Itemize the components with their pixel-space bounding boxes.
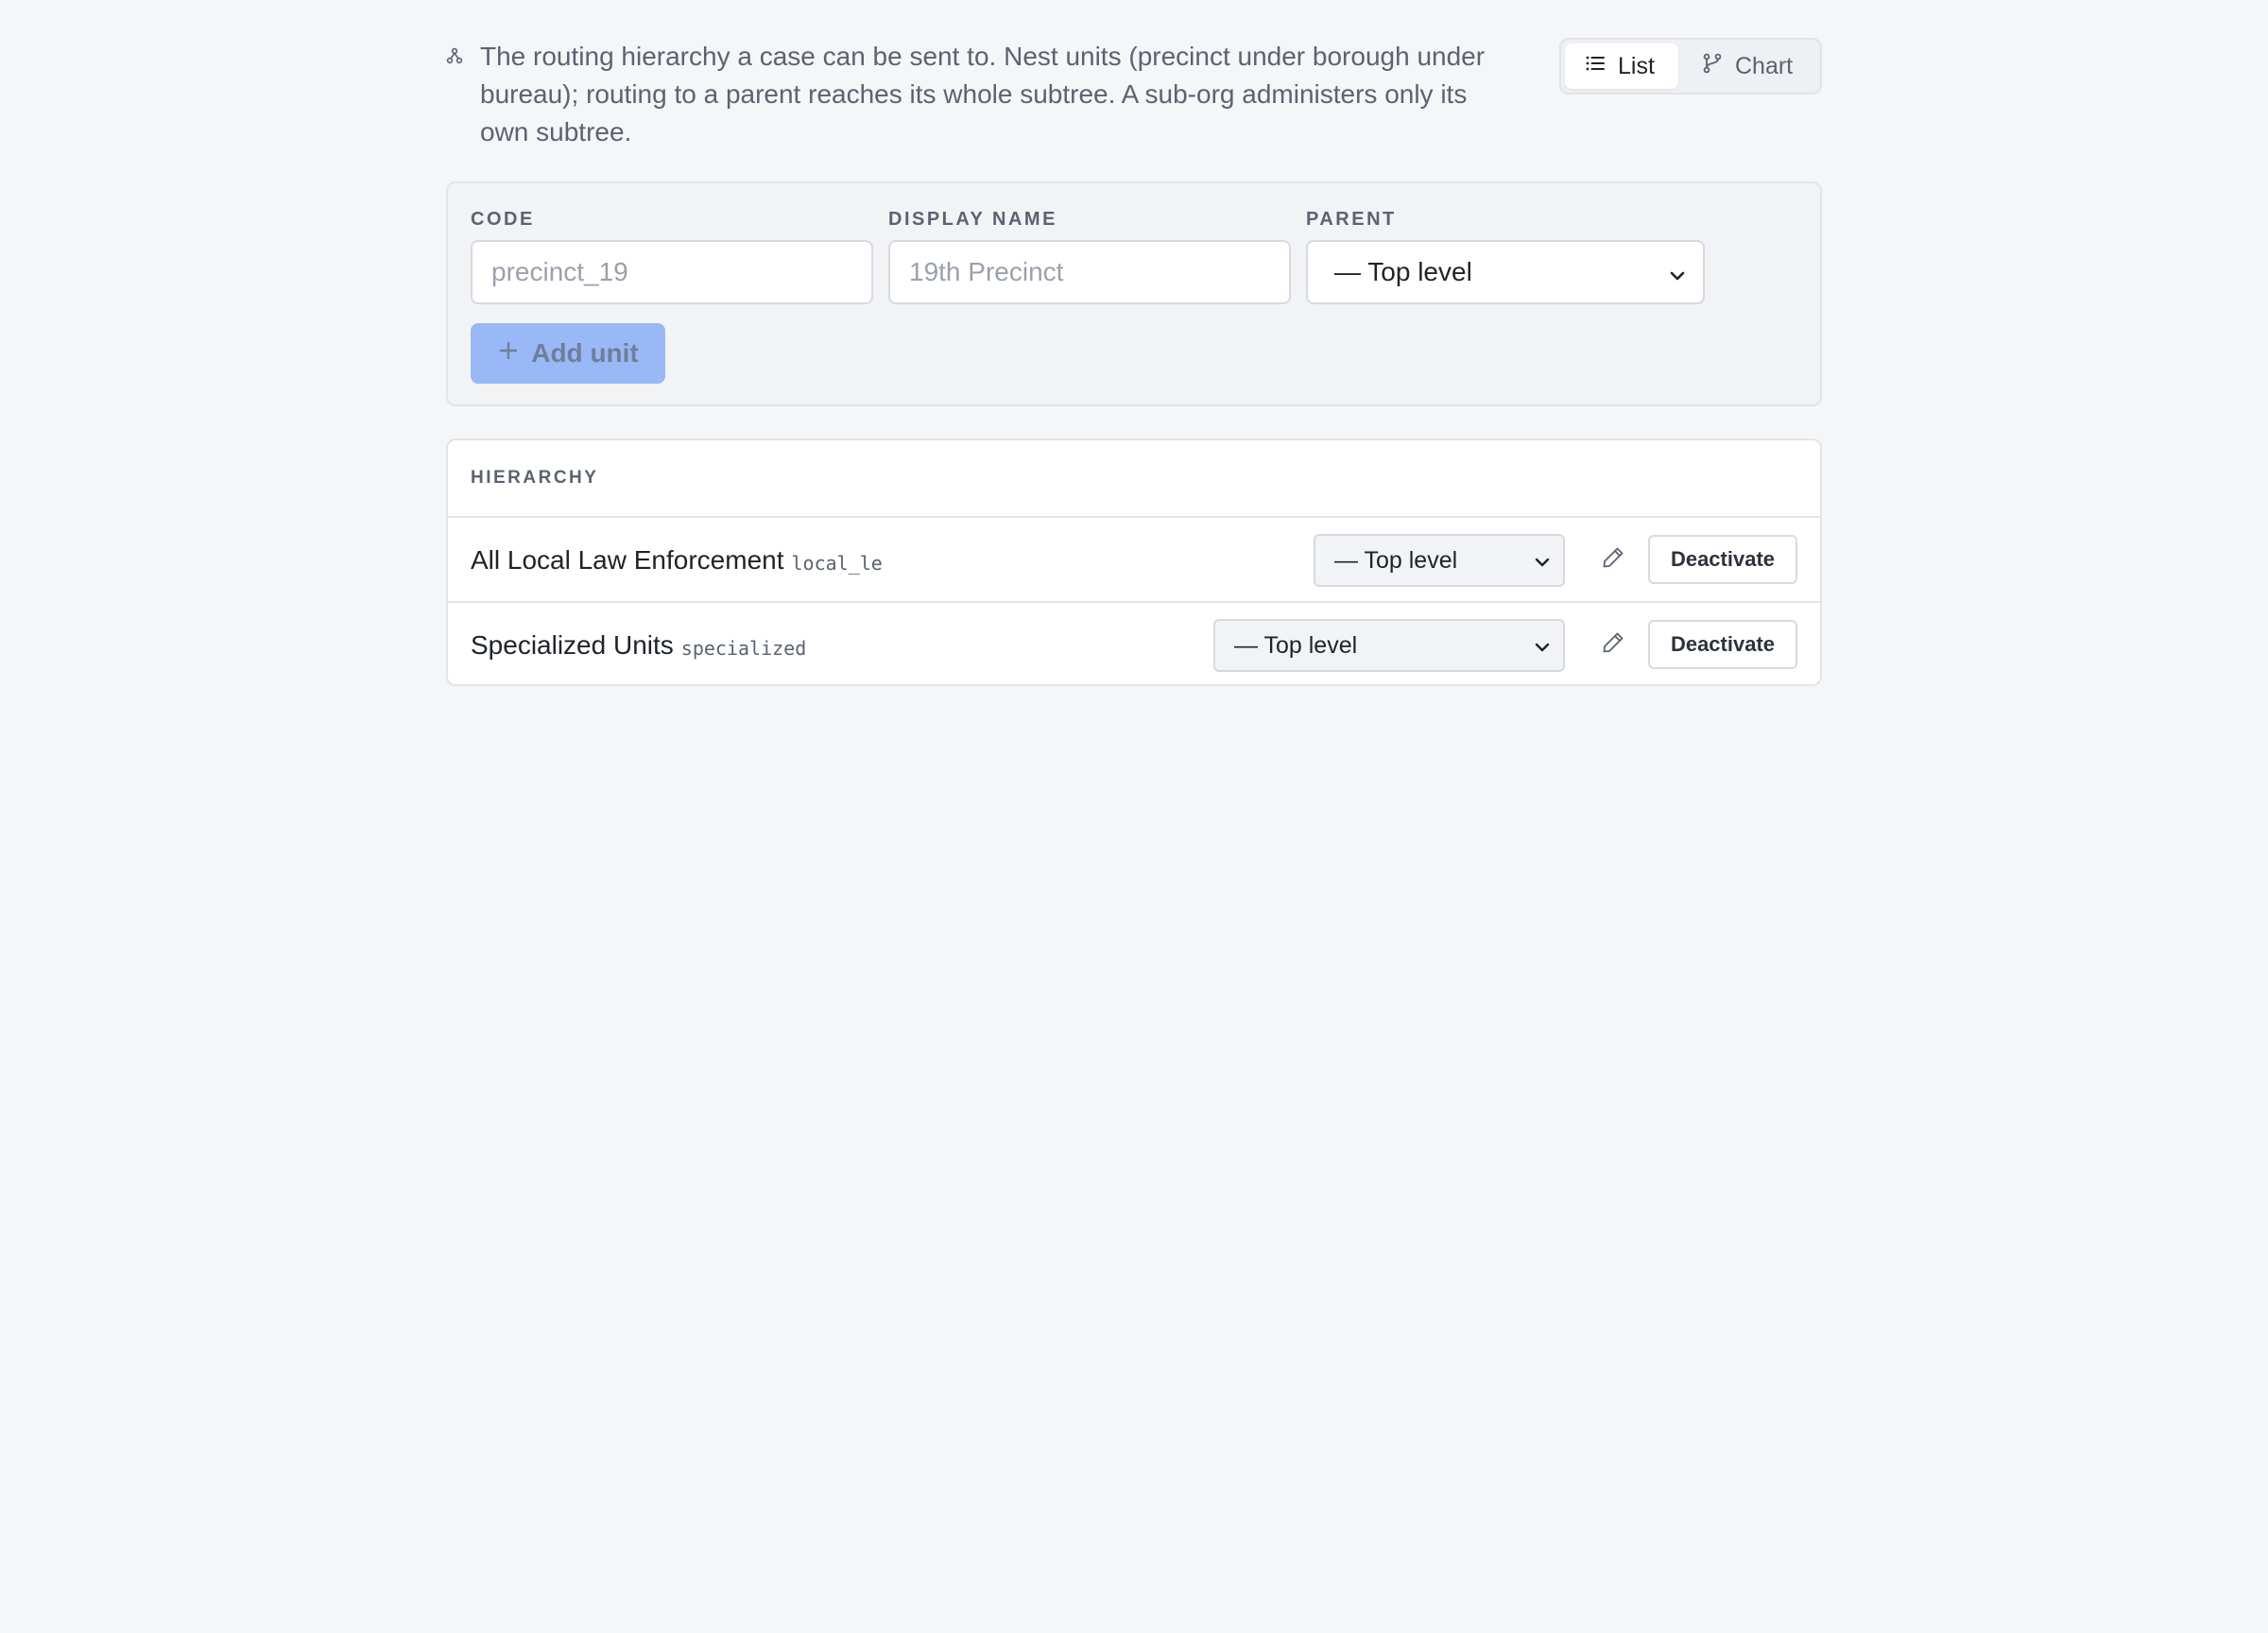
- hierarchy-card: HIERARCHY All Local Law Enforcement loca…: [446, 438, 1822, 686]
- unit-code: specialized: [680, 637, 807, 660]
- unit-name: Specialized Units: [471, 630, 674, 660]
- display-name-label: DISPLAY NAME: [888, 209, 1057, 230]
- chart-view-label: Chart: [1735, 52, 1794, 79]
- list-view-button[interactable]: List: [1565, 43, 1678, 89]
- list-view-label: List: [1618, 52, 1655, 79]
- parent-select[interactable]: — Top level: [1306, 240, 1705, 304]
- parent-label: PARENT: [1306, 209, 1397, 230]
- chart-view-button[interactable]: Chart: [1682, 43, 1813, 89]
- pencil-icon: [1600, 544, 1626, 576]
- display-name-input[interactable]: [888, 240, 1291, 304]
- chevron-down-icon: [1667, 263, 1688, 284]
- hierarchy-icon: [446, 47, 463, 64]
- org-units-page: The routing hierarchy a case can be sent…: [446, 38, 1822, 686]
- add-unit-form: CODE DISPLAY NAME PARENT — Top level Add…: [446, 181, 1822, 406]
- plus-icon: [497, 338, 520, 369]
- add-unit-button[interactable]: Add unit: [471, 323, 665, 384]
- edit-button[interactable]: [1597, 628, 1629, 661]
- unit-name-group: All Local Law Enforcement local_le: [471, 518, 883, 603]
- chevron-down-icon: [1533, 636, 1552, 655]
- parent-field-group: PARENT — Top level: [1306, 208, 1705, 304]
- hierarchy-header: HIERARCHY: [448, 440, 1820, 518]
- code-label: CODE: [471, 209, 535, 230]
- intro-row: The routing hierarchy a case can be sent…: [446, 38, 1822, 180]
- row-parent-value: — Top level: [1234, 631, 1358, 659]
- branch-icon: [1701, 52, 1724, 81]
- parent-select-value: — Top level: [1334, 257, 1472, 286]
- code-field-group: CODE: [471, 208, 873, 304]
- add-unit-label: Add unit: [531, 338, 639, 368]
- deactivate-button[interactable]: Deactivate: [1648, 535, 1797, 584]
- edit-button[interactable]: [1597, 543, 1629, 576]
- chevron-down-icon: [1533, 551, 1552, 570]
- view-toggle: List Chart: [1559, 38, 1822, 95]
- intro-description: The routing hierarchy a case can be sent…: [480, 42, 1486, 146]
- unit-name: All Local Law Enforcement: [471, 545, 784, 575]
- hierarchy-row: Specialized Units specialized — Top leve…: [448, 603, 1820, 684]
- unit-code: local_le: [791, 552, 883, 575]
- list-icon: [1584, 52, 1606, 81]
- row-parent-select[interactable]: — Top level: [1213, 619, 1565, 672]
- row-parent-select[interactable]: — Top level: [1314, 534, 1565, 587]
- display-name-field-group: DISPLAY NAME: [888, 208, 1291, 304]
- code-input[interactable]: [471, 240, 873, 304]
- hierarchy-row: All Local Law Enforcement local_le — Top…: [448, 518, 1820, 603]
- pencil-icon: [1600, 629, 1626, 661]
- unit-name-group: Specialized Units specialized: [471, 603, 807, 684]
- row-parent-value: — Top level: [1334, 546, 1458, 574]
- deactivate-button[interactable]: Deactivate: [1648, 620, 1797, 669]
